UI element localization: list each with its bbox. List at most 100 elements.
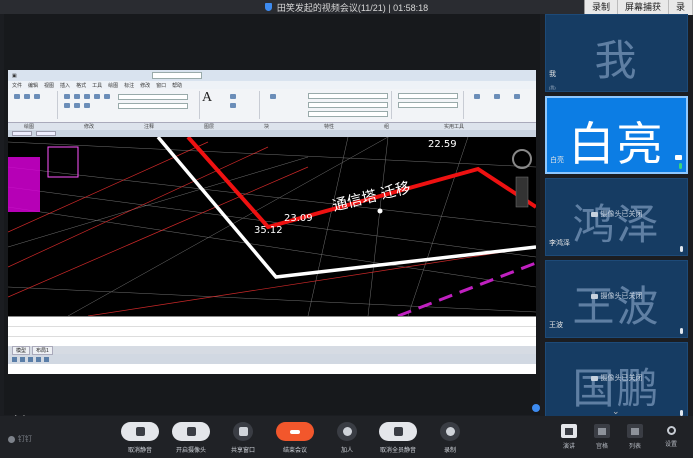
rotate-tool-icon[interactable]: [74, 94, 80, 99]
record-more-button[interactable]: 录: [669, 0, 693, 15]
trim-tool-icon[interactable]: [84, 94, 90, 99]
navigation-bar[interactable]: [515, 176, 529, 208]
cad-status-bar: [8, 354, 536, 364]
participant-tile[interactable]: 王波 摄像头已关闭 王波: [545, 260, 688, 338]
polyline-tool-icon[interactable]: [24, 94, 30, 99]
command-history-line: [8, 317, 536, 327]
participant-tile[interactable]: 我 我 (我): [545, 14, 688, 92]
linetype-select[interactable]: [308, 102, 388, 108]
participant-avatar-text: 王波: [572, 283, 661, 330]
participant-name: 王波: [549, 322, 563, 329]
view-speaker-button[interactable]: 演讲: [555, 424, 583, 450]
copy-tool-icon[interactable]: [94, 94, 100, 99]
cad-menu-item[interactable]: 格式: [76, 82, 86, 89]
layer-select[interactable]: [308, 93, 388, 99]
text-tool-icon[interactable]: A: [202, 90, 212, 106]
cad-menu-item[interactable]: 窗口: [156, 82, 166, 89]
brand-logo: 钉钉: [8, 434, 32, 444]
viewcube-icon[interactable]: [512, 149, 532, 169]
dimension-tool-icon[interactable]: [230, 94, 236, 99]
record-icon: [445, 427, 455, 436]
cad-search-box[interactable]: [151, 72, 202, 79]
cad-menu-item[interactable]: 插入: [60, 82, 70, 89]
paste-tool-icon[interactable]: [514, 94, 520, 99]
participant-panel[interactable]: 我 我 (我) 白亮 白亮 鸿泽 摄像头已关闭 李鸿泽 王波 摄像头已关闭 王波…: [545, 14, 690, 416]
array-tool-icon[interactable]: [84, 103, 90, 108]
camera-label: 开启摄像头: [175, 448, 206, 454]
view-list-button[interactable]: 列表: [621, 424, 649, 450]
mic-icon: [679, 163, 682, 169]
participant-tile-active[interactable]: 白亮 白亮: [545, 96, 688, 174]
camera-off-status: 摄像头已关闭: [546, 373, 687, 383]
circle-tool-icon[interactable]: [34, 94, 40, 99]
cad-drawing-canvas[interactable]: 通信塔 迁移 22.59 35.12 23.09: [8, 137, 536, 316]
cad-menu-item[interactable]: 视图: [44, 82, 54, 89]
mirror-tool-icon[interactable]: [104, 94, 110, 99]
mic-all-icon: [393, 427, 403, 436]
layer-properties-icon[interactable]: [270, 94, 276, 99]
camera-icon: [675, 155, 682, 160]
lineweight-select[interactable]: [308, 111, 388, 117]
unmute-all-button[interactable]: 取消全员静音: [376, 422, 420, 454]
tab-layout1[interactable]: 布局1: [32, 345, 53, 355]
leader-tool-icon[interactable]: [230, 103, 236, 108]
cad-menu-item[interactable]: 工具: [92, 82, 102, 89]
cad-menu-item[interactable]: 标注: [124, 82, 134, 89]
screen-capture-button[interactable]: 屏幕捕获: [618, 0, 669, 15]
ribbon-group-labels: 绘图 修改 注释 图层 块 特性 组 实用工具: [8, 123, 536, 130]
polar-toggle-icon[interactable]: [36, 356, 41, 362]
tab-model[interactable]: 模型: [12, 345, 31, 355]
gallery-view-icon: [598, 427, 606, 435]
drawing-dim-2: 35.12: [254, 225, 283, 236]
move-tool-icon[interactable]: [64, 94, 70, 99]
dimstyle-select[interactable]: [118, 94, 188, 100]
participant-name: 李鸿泽: [549, 240, 570, 247]
record-toolbar-button[interactable]: 录制: [428, 422, 472, 454]
participant-tile[interactable]: 鸿泽 摄像头已关闭 李鸿泽: [545, 178, 688, 256]
share-window-button[interactable]: 共享窗口: [221, 422, 265, 454]
cad-menu-item[interactable]: 绘图: [108, 82, 118, 89]
grid-toggle-icon[interactable]: [20, 356, 25, 362]
view-gallery-label: 宫格: [595, 444, 608, 450]
record-label: 录制: [443, 448, 456, 454]
cad-menu-item[interactable]: 帮助: [172, 82, 182, 89]
ribbon-label: 组: [384, 124, 390, 130]
cad-menu-bar: 文件 编辑 视图 插入 格式 工具 绘图 标注 修改 窗口 帮助: [8, 81, 536, 89]
color-select[interactable]: [398, 93, 458, 99]
command-line[interactable]: [8, 316, 536, 347]
group-tool-icon[interactable]: [474, 94, 480, 99]
osnap-toggle-icon[interactable]: [44, 356, 49, 362]
ribbon-label: 图层: [204, 124, 215, 130]
file-tab[interactable]: [36, 131, 56, 136]
cad-app-icon: ▣: [12, 72, 17, 79]
snap-toggle-icon[interactable]: [12, 356, 17, 362]
cad-menu-item[interactable]: 文件: [12, 82, 22, 89]
end-meeting-button[interactable]: 结束会议: [273, 422, 317, 454]
ortho-toggle-icon[interactable]: [28, 356, 33, 362]
meeting-title: 田笑发起的视频会议(11/21) | 01:58:18: [276, 2, 429, 13]
line-tool-icon[interactable]: [14, 94, 20, 99]
scale-tool-icon[interactable]: [74, 103, 80, 108]
participant-tile[interactable]: 国鹏 摄像头已关闭: [545, 342, 688, 416]
add-people-button[interactable]: 加人: [325, 422, 369, 454]
cad-menu-item[interactable]: 编辑: [28, 82, 38, 89]
mic-off-icon: [135, 427, 145, 436]
red-route-line: [186, 137, 536, 230]
unmute-button[interactable]: 取消静音: [118, 422, 162, 454]
settings-label: 设置: [664, 442, 677, 448]
settings-button[interactable]: 设置: [664, 426, 678, 448]
file-tab-strip: [8, 130, 536, 137]
participant-avatar-text: 我: [594, 37, 639, 84]
linetype-prop-select[interactable]: [398, 102, 458, 108]
view-gallery-button[interactable]: 宫格: [588, 424, 616, 450]
measure-tool-icon[interactable]: [494, 94, 500, 99]
record-button[interactable]: 录制: [585, 0, 618, 15]
unmute-label: 取消静音: [127, 448, 152, 454]
cad-menu-item[interactable]: 修改: [140, 82, 150, 89]
textstyle-select[interactable]: [118, 103, 188, 109]
stretch-tool-icon[interactable]: [64, 103, 70, 108]
camera-button[interactable]: 开启摄像头: [169, 422, 213, 454]
file-tab[interactable]: [12, 131, 32, 136]
cad-title-bar: ▣: [8, 70, 536, 81]
cad-window: ▣ 文件 编辑 视图 插入 格式 工具 绘图 标注 修改 窗口 帮助 A 绘图 …: [8, 70, 536, 374]
